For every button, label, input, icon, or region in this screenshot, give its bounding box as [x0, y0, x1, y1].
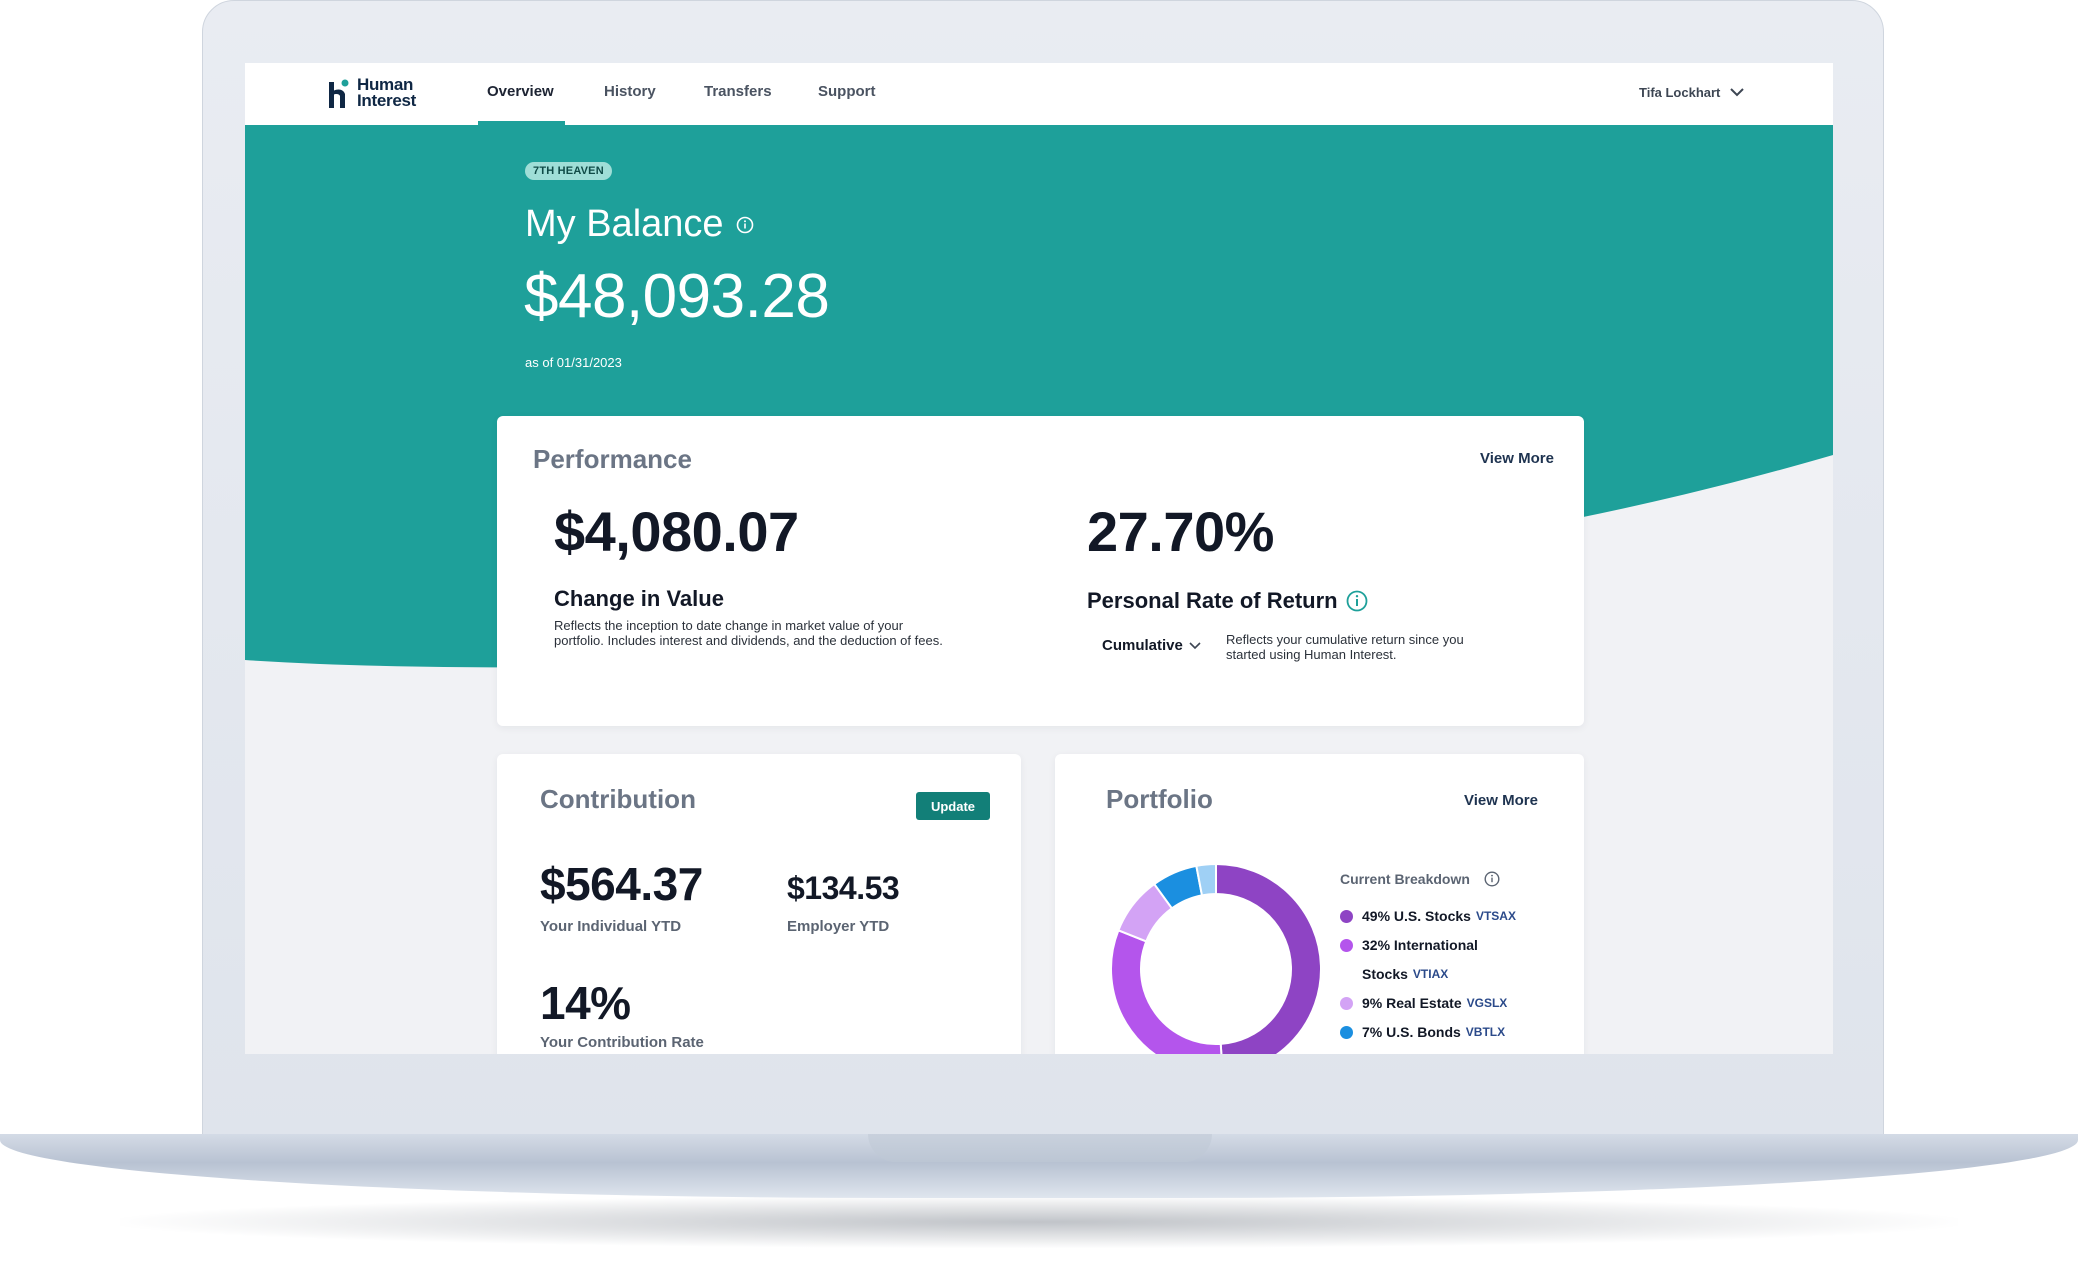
change-in-value-description: Reflects the inception to date change in…	[554, 618, 943, 648]
employer-ytd-amount: $134.53	[787, 870, 900, 906]
info-icon[interactable]	[1346, 590, 1368, 612]
balance-title-row: My Balance	[525, 203, 754, 246]
tab-transfers[interactable]: Transfers	[704, 83, 772, 100]
legend-item-international-cont: Stocks VTIAX	[1362, 966, 1448, 982]
tab-history[interactable]: History	[604, 83, 656, 100]
portfolio-card: Portfolio View More Current Breakdown 49…	[1055, 754, 1584, 1054]
return-mode-dropdown[interactable]: Cumulative	[1102, 637, 1201, 654]
user-name: Tifa Lockhart	[1639, 85, 1721, 100]
user-menu[interactable]: Tifa Lockhart	[1639, 85, 1745, 100]
individual-ytd-amount: $564.37	[540, 858, 703, 910]
employer-ytd-label: Employer YTD	[787, 918, 890, 935]
legend-ticker: VTSAX	[1475, 909, 1516, 923]
donut-slice-international-stocks	[1110, 929, 1223, 1054]
individual-ytd-label: Your Individual YTD	[540, 918, 682, 935]
legend-item-us-bonds: 7% U.S. Bonds VBTLX	[1340, 1024, 1505, 1040]
active-tab-indicator	[478, 121, 565, 125]
performance-title: Performance	[533, 444, 692, 474]
change-in-value-amount: $4,080.07	[554, 500, 799, 563]
logo-mark-icon	[329, 79, 349, 108]
legend-ticker: VTIAX	[1412, 967, 1449, 981]
legend-ticker: VBTLX	[1465, 1025, 1506, 1039]
info-icon[interactable]	[736, 216, 754, 234]
rate-of-return-label-row: Personal Rate of Return	[1087, 588, 1368, 614]
chevron-down-icon	[1730, 88, 1745, 97]
legend-item-international: 32% International	[1340, 937, 1478, 953]
rate-of-return-value: 27.70%	[1087, 500, 1274, 563]
legend-ticker: VGSLX	[1466, 996, 1508, 1010]
legend-label: 9% Real Estate	[1362, 995, 1462, 1011]
company-badge: 7TH HEAVEN	[525, 162, 612, 180]
legend-dot	[1340, 1025, 1353, 1039]
legend-label: 7% U.S. Bonds	[1362, 1024, 1461, 1040]
performance-view-more-link[interactable]: View More	[1480, 450, 1554, 467]
rate-of-return-label: Personal Rate of Return	[1087, 588, 1338, 613]
portfolio-title: Portfolio	[1106, 784, 1213, 814]
update-contribution-button[interactable]: Update	[916, 792, 990, 820]
logo-wordmark: Human Interest	[357, 75, 417, 110]
legend-dot	[1340, 996, 1353, 1010]
legend-label: 32% International	[1362, 937, 1478, 953]
chevron-down-icon	[1189, 641, 1201, 649]
legend-dot	[1340, 909, 1353, 923]
legend-dot	[1340, 938, 1353, 952]
change-in-value-label: Change in Value	[554, 586, 724, 611]
top-navbar: Human Interest Overview History Transfer…	[245, 63, 1833, 125]
breakdown-label: Current Breakdown	[1340, 871, 1470, 887]
app-screen: Human Interest Overview History Transfer…	[245, 63, 1833, 1054]
contribution-title: Contribution	[540, 784, 696, 814]
balance-as-of-date: as of 01/31/2023	[525, 355, 622, 370]
contribution-rate-value: 14%	[540, 977, 631, 1029]
portfolio-donut-chart	[1110, 862, 1322, 1054]
page-title: My Balance	[525, 203, 724, 245]
tab-support[interactable]: Support	[818, 83, 876, 100]
legend-label: Stocks	[1362, 966, 1408, 982]
contribution-card: Contribution Update $564.37 Your Individ…	[497, 754, 1021, 1054]
breakdown-header: Current Breakdown	[1340, 871, 1500, 887]
laptop-shadow	[120, 1196, 1958, 1248]
legend-item-us-stocks: 49% U.S. Stocks VTSAX	[1340, 908, 1516, 924]
tab-overview[interactable]: Overview	[487, 83, 554, 100]
legend-label: 49% U.S. Stocks	[1362, 908, 1471, 924]
performance-card: Performance View More $4,080.07 Change i…	[497, 416, 1584, 726]
portfolio-view-more-link[interactable]: View More	[1464, 792, 1538, 809]
human-interest-logo[interactable]: Human Interest	[329, 75, 417, 110]
donut-slice-u-s-stocks	[1215, 862, 1322, 1054]
balance-amount: $48,093.28	[524, 262, 830, 331]
info-icon[interactable]	[1484, 871, 1500, 887]
return-mode-value: Cumulative	[1102, 637, 1183, 654]
contribution-rate-label: Your Contribution Rate	[540, 1034, 704, 1051]
laptop-notch	[868, 1134, 1212, 1162]
rate-of-return-description: Reflects your cumulative return since yo…	[1226, 632, 1464, 662]
legend-item-real-estate: 9% Real Estate VGSLX	[1340, 995, 1507, 1011]
